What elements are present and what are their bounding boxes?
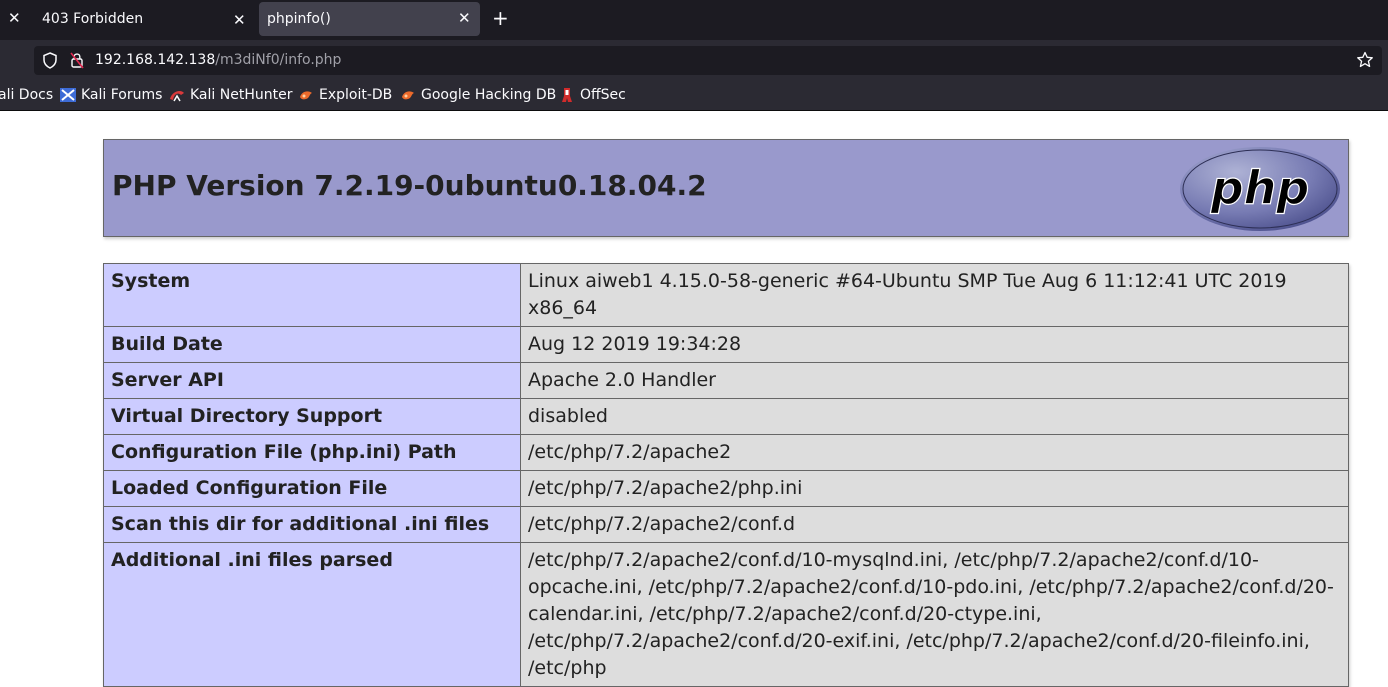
php-logo[interactable]: php bbox=[1179, 146, 1341, 232]
config-value: disabled bbox=[520, 398, 1349, 435]
config-value: Apache 2.0 Handler bbox=[520, 362, 1349, 399]
bookmark-label: Exploit-DB bbox=[319, 87, 393, 103]
bookmark-label: ali Docs bbox=[0, 87, 54, 103]
table-row: Additional .ini files parsed /etc/php/7.… bbox=[103, 542, 1349, 687]
config-value: /etc/php/7.2/apache2/conf.d/10-mysqlnd.i… bbox=[520, 542, 1349, 687]
bookmark-label: Kali Forums bbox=[81, 87, 163, 103]
bookmark-exploit-db[interactable]: Exploit-DB bbox=[298, 87, 392, 103]
new-tab-icon[interactable]: + bbox=[492, 6, 509, 30]
config-key: Virtual Directory Support bbox=[103, 398, 521, 435]
config-value: /etc/php/7.2/apache2 bbox=[520, 434, 1349, 471]
config-value: Linux aiweb1 4.15.0-58-generic #64-Ubunt… bbox=[520, 263, 1349, 327]
close-tab-icon[interactable]: ✕ bbox=[233, 11, 246, 29]
php-config-table: System Linux aiweb1 4.15.0-58-generic #6… bbox=[103, 263, 1349, 687]
close-tab-icon[interactable]: ✕ bbox=[458, 11, 471, 26]
exploit-db-icon bbox=[300, 91, 312, 100]
tab-title: 403 Forbidden bbox=[42, 11, 144, 27]
table-row: Scan this dir for additional .ini files … bbox=[103, 506, 1349, 543]
url-path: /m3diNf0/info.php bbox=[215, 52, 342, 68]
bookmarks-toolbar: ali Docs Kali Forums Kali NetHunter Expl… bbox=[0, 81, 1388, 111]
navigation-bar: 192.168.142.138/m3diNf0/info.php bbox=[0, 40, 1388, 81]
config-value: /etc/php/7.2/apache2/php.ini bbox=[520, 470, 1349, 507]
bookmark-star-icon[interactable] bbox=[1356, 51, 1374, 69]
config-key: Configuration File (php.ini) Path bbox=[103, 434, 521, 471]
kali-forums-icon bbox=[60, 88, 76, 102]
tab-strip: ✕ 403 Forbidden ✕ phpinfo() ✕ + bbox=[0, 0, 1388, 40]
tab-phpinfo[interactable]: phpinfo() ✕ bbox=[259, 2, 480, 36]
config-key: Build Date bbox=[103, 326, 521, 363]
page-title: PHP Version 7.2.19-0ubuntu0.18.04.2 bbox=[112, 169, 707, 202]
google-hacking-db-icon bbox=[402, 91, 414, 100]
bookmark-google-hacking-db[interactable]: Google Hacking DB bbox=[400, 87, 556, 103]
bookmark-label: Kali NetHunter bbox=[190, 87, 293, 103]
tab-title: phpinfo() bbox=[267, 11, 331, 27]
bookmark-label: OffSec bbox=[580, 87, 626, 103]
insecure-lock-icon[interactable] bbox=[70, 51, 84, 69]
config-value: /etc/php/7.2/apache2/conf.d bbox=[520, 506, 1349, 543]
config-key: Loaded Configuration File bbox=[103, 470, 521, 507]
config-value: Aug 12 2019 19:34:28 bbox=[520, 326, 1349, 363]
tab-403-forbidden[interactable]: ✕ 403 Forbidden ✕ bbox=[0, 2, 256, 36]
shield-icon[interactable] bbox=[42, 52, 58, 69]
php-version-header: PHP Version 7.2.19-0ubuntu0.18.04.2 php bbox=[103, 139, 1349, 237]
table-row: Loaded Configuration File /etc/php/7.2/a… bbox=[103, 470, 1349, 507]
url-text[interactable]: 192.168.142.138/m3diNf0/info.php bbox=[95, 52, 341, 68]
table-row: Virtual Directory Support disabled bbox=[103, 398, 1349, 435]
table-row: Build Date Aug 12 2019 19:34:28 bbox=[103, 326, 1349, 363]
close-icon[interactable]: ✕ bbox=[8, 11, 21, 26]
table-row: Configuration File (php.ini) Path /etc/p… bbox=[103, 434, 1349, 471]
config-key: System bbox=[103, 263, 521, 327]
bookmark-kali-forums[interactable]: Kali Forums bbox=[60, 87, 162, 103]
table-row: System Linux aiweb1 4.15.0-58-generic #6… bbox=[103, 263, 1349, 327]
config-key: Scan this dir for additional .ini files bbox=[103, 506, 521, 543]
config-key: Additional .ini files parsed bbox=[103, 542, 521, 687]
config-key: Server API bbox=[103, 362, 521, 399]
bookmark-label: Google Hacking DB bbox=[421, 87, 557, 103]
kali-nethunter-icon bbox=[170, 91, 184, 102]
offsec-icon bbox=[562, 88, 572, 102]
bookmark-kali-nethunter[interactable]: Kali NetHunter bbox=[169, 87, 292, 103]
table-row: Server API Apache 2.0 Handler bbox=[103, 362, 1349, 399]
page-content: PHP Version 7.2.19-0ubuntu0.18.04.2 php … bbox=[0, 111, 1388, 687]
php-logo-text: php bbox=[1210, 161, 1310, 215]
url-host: 192.168.142.138 bbox=[95, 52, 216, 68]
url-bar[interactable]: 192.168.142.138/m3diNf0/info.php bbox=[34, 46, 1382, 75]
bookmark-offsec[interactable]: OffSec bbox=[559, 87, 626, 103]
bookmark-kali-docs[interactable]: ali Docs bbox=[0, 87, 53, 103]
